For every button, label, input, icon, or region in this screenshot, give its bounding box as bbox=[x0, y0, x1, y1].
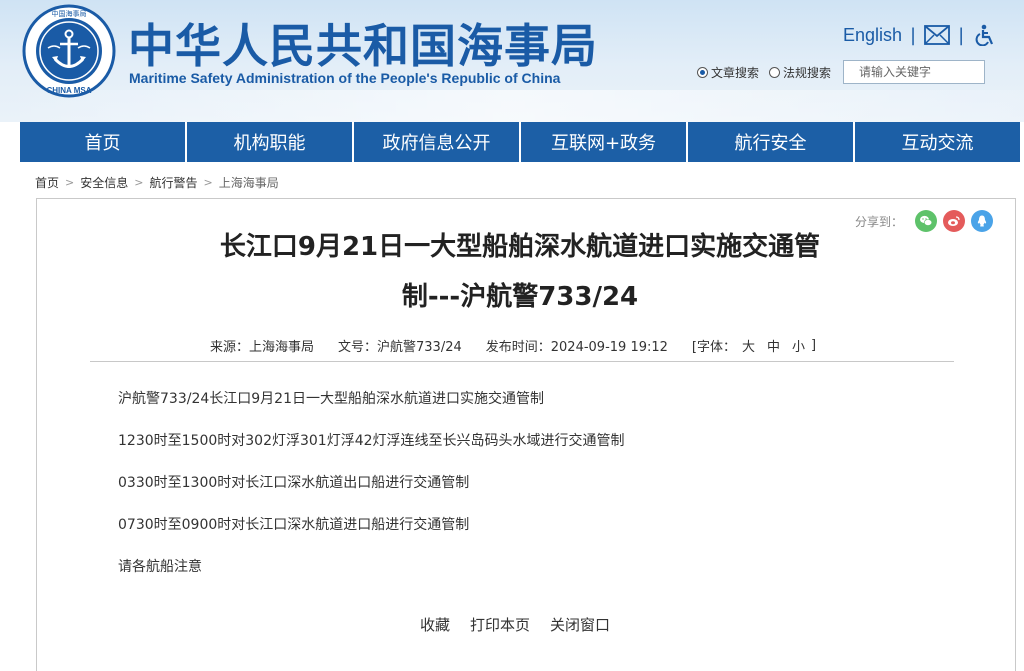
main-nav: 首页 机构职能 政府信息公开 互联网+政务 航行安全 互动交流 bbox=[20, 122, 1020, 162]
wechat-share-button[interactable] bbox=[915, 210, 938, 232]
weibo-icon bbox=[948, 216, 960, 226]
article-paragraph: 0330时至1300时对长江口深水航道出口船进行交通管制 bbox=[118, 475, 470, 491]
search-option-law[interactable]: 法规搜索 bbox=[769, 64, 831, 81]
article-paragraph: 沪航警733/24长江口9月21日一大型船舶深水航道进口实施交通管制 bbox=[118, 391, 544, 407]
article-actions: 收藏 打印本页 关闭窗口 bbox=[420, 613, 610, 635]
logo-text-bottom: CHINA MSA bbox=[46, 86, 91, 95]
nav-item-gov-info[interactable]: 政府信息公开 bbox=[354, 122, 519, 162]
site-title-cn: 中华人民共和国海事局 bbox=[128, 19, 598, 73]
article-paragraph: 请各航船注意 bbox=[118, 559, 202, 575]
favorite-link[interactable]: 收藏 bbox=[420, 614, 450, 635]
font-size-small-button[interactable]: 小 bbox=[792, 336, 805, 355]
site-title-en: Maritime Safety Administration of the Pe… bbox=[129, 70, 561, 86]
nav-item-home[interactable]: 首页 bbox=[20, 122, 185, 162]
meta-publish-time: 发布时间：2024-09-19 19:12 bbox=[485, 339, 668, 355]
breadcrumb: 首页 > 安全信息 > 航行警告 > 上海海事局 bbox=[35, 174, 279, 190]
msa-logo[interactable]: 中国海事局 CHINA MSA bbox=[22, 4, 116, 98]
radio-unselected-icon bbox=[769, 66, 781, 78]
article-paragraph: 1230时至1500时对302灯浮301灯浮42灯浮连线至长兴岛码头水域进行交通… bbox=[118, 433, 625, 449]
breadcrumb-shanghai-msa: 上海海事局 bbox=[218, 175, 279, 190]
qq-icon bbox=[977, 215, 987, 227]
search-option-article[interactable]: 文章搜索 bbox=[697, 64, 759, 81]
nav-item-internet-gov[interactable]: 互联网+政务 bbox=[521, 122, 686, 162]
top-links: English | | bbox=[843, 22, 998, 48]
article-title-line1: 长江口9月21日一大型船舶深水航道进口实施交通管 bbox=[219, 232, 821, 262]
nav-item-interaction[interactable]: 互动交流 bbox=[855, 122, 1020, 162]
search-input[interactable] bbox=[843, 60, 986, 84]
nav-item-navigation-safety[interactable]: 航行安全 bbox=[688, 122, 853, 162]
font-label: [字体： bbox=[691, 339, 736, 355]
article-title: 长江口9月21日一大型船舶深水航道进口实施交通管 制---沪航警733/24 bbox=[160, 222, 880, 322]
meta-divider bbox=[90, 361, 954, 362]
breadcrumb-arrow: > bbox=[65, 175, 75, 189]
qq-share-button[interactable] bbox=[971, 210, 994, 232]
weibo-share-button[interactable] bbox=[943, 210, 966, 232]
close-window-link[interactable]: 关闭窗口 bbox=[550, 614, 610, 635]
print-link[interactable]: 打印本页 bbox=[470, 614, 530, 635]
article-paragraph: 0730时至0900时对长江口深水航道进口船进行交通管制 bbox=[118, 517, 470, 533]
font-label-end: ] bbox=[811, 337, 817, 353]
separator-2: | bbox=[958, 24, 965, 46]
article-meta: 来源：上海海事局 文号：沪航警733/24 发布时间：2024-09-19 19… bbox=[210, 336, 816, 355]
breadcrumb-arrow: > bbox=[134, 175, 144, 189]
font-size-control: [字体： 大 中 小 ] bbox=[692, 336, 816, 355]
breadcrumb-safety-info[interactable]: 安全信息 bbox=[80, 174, 128, 191]
breadcrumb-arrow: > bbox=[203, 175, 213, 189]
header-wave-decoration bbox=[0, 90, 1024, 122]
meta-doc-number: 文号：沪航警733/24 bbox=[338, 339, 462, 355]
breadcrumb-nav-warnings[interactable]: 航行警告 bbox=[149, 174, 197, 191]
accessibility-icon[interactable] bbox=[972, 24, 998, 46]
separator: | bbox=[910, 24, 917, 46]
article-body: 沪航警733/24长江口9月21日一大型船舶深水航道进口实施交通管制 1230时… bbox=[118, 388, 938, 598]
wechat-icon bbox=[920, 215, 933, 226]
font-size-medium-button[interactable]: 中 bbox=[767, 336, 780, 355]
mail-icon[interactable] bbox=[924, 24, 951, 46]
meta-source: 来源：上海海事局 bbox=[210, 339, 315, 355]
logo-text-top: 中国海事局 bbox=[52, 9, 87, 18]
breadcrumb-home[interactable]: 首页 bbox=[35, 174, 59, 191]
nav-item-functions[interactable]: 机构职能 bbox=[187, 122, 352, 162]
english-link[interactable]: English bbox=[843, 25, 902, 46]
site-header: 中国海事局 CHINA MSA 中华人民共和国海事局 Maritime Safe… bbox=[0, 0, 1024, 122]
font-size-large-button[interactable]: 大 bbox=[742, 336, 755, 355]
radio-selected-icon bbox=[697, 66, 708, 78]
search-area: 文章搜索 法规搜索 bbox=[697, 59, 986, 85]
article-title-line2: 制---沪航警733/24 bbox=[401, 282, 639, 312]
